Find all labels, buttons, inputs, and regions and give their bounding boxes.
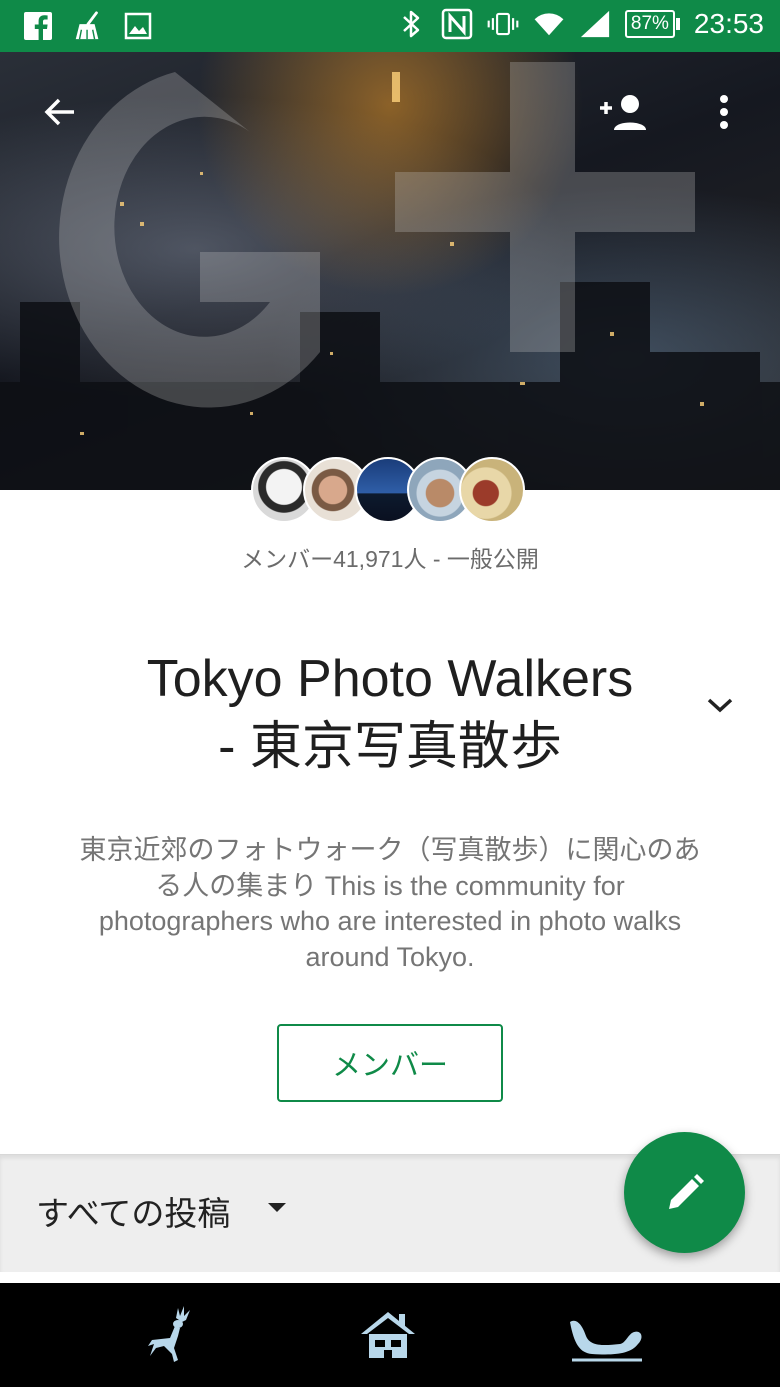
cover-image [0,62,780,490]
edit-pencil-icon [668,1173,704,1209]
more-vert-icon [720,95,728,129]
member-info: メンバー41,971人 - 一般公開 [241,546,539,572]
compose-post-button[interactable] [624,1132,745,1253]
battery-percent: 87% [630,13,669,34]
dropdown-arrow-icon[interactable] [268,1203,286,1212]
expand-description-button[interactable] [700,685,740,725]
nav-back-button[interactable] [128,1297,218,1373]
community-title: Tokyo Photo Walkers - 東京写真散歩 [60,645,720,781]
member-button[interactable]: メンバー [277,1024,503,1102]
cover-photo [0,52,780,490]
wifi-icon [533,8,565,40]
add-member-button[interactable] [596,84,652,140]
status-time: 23:53 [693,8,764,39]
nav-home-button[interactable] [343,1297,433,1373]
deer-icon [148,1306,190,1362]
facebook-icon [22,10,54,42]
battery-indicator: 87% [624,10,680,38]
post-filter-dropdown[interactable]: すべての投稿 [36,1187,230,1235]
signal-icon [579,8,611,40]
status-bar: 87% 23:53 [0,0,780,52]
community-description: 東京近郊のフォトウォーク（写真散歩）に関心のある人の集まり This is th… [79,835,701,972]
nfc-icon [441,8,473,40]
navigation-bar [0,1283,780,1387]
nav-recents-button[interactable] [560,1297,650,1373]
vibrate-icon [487,8,519,40]
chevron-down-icon [707,698,733,713]
more-options-button[interactable] [696,84,752,140]
person-add-icon [600,95,646,130]
community-title-line1: Tokyo Photo Walkers [146,650,634,708]
arrow-back-icon [44,98,74,126]
bluetooth-icon [395,8,427,40]
member-avatars [251,457,525,525]
home-icon [361,1312,415,1358]
gallery-icon [122,10,154,42]
back-button[interactable] [32,84,88,140]
community-title-line2: - 東京写真散歩 [218,718,562,776]
cleaner-icon [72,10,104,42]
avatar [459,457,525,523]
sleigh-icon [570,1320,642,1362]
